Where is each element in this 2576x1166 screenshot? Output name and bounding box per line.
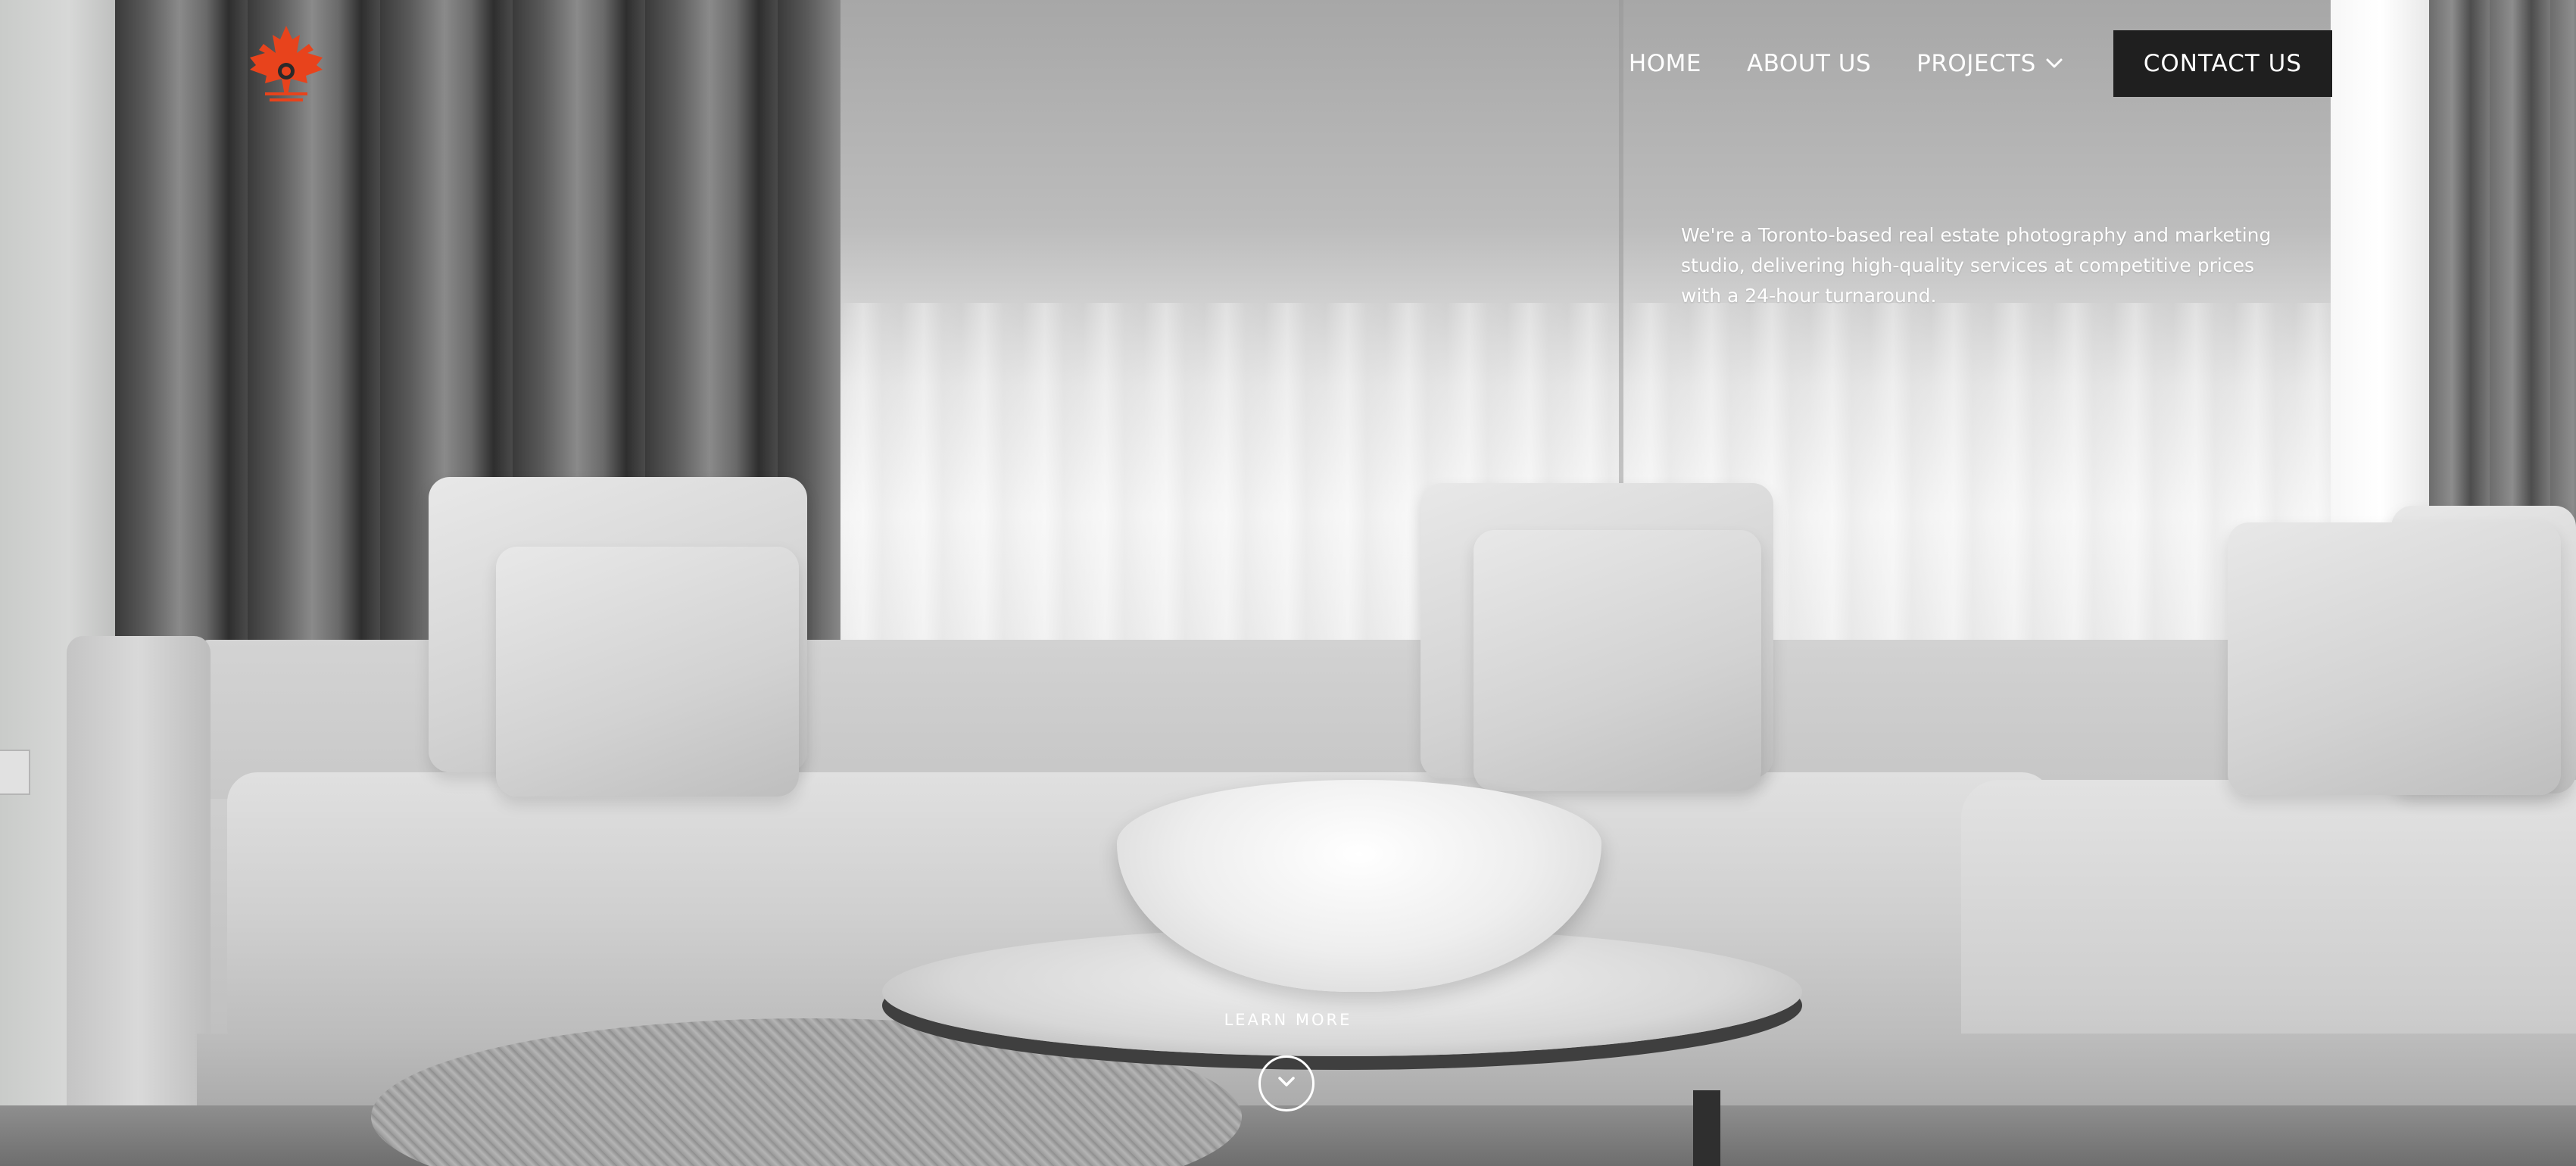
nav-projects[interactable]: PROJECTS: [1916, 50, 2065, 77]
nav-projects-label: PROJECTS: [1916, 50, 2036, 77]
curtain-right: [2429, 0, 2576, 545]
window-light: [2331, 0, 2429, 545]
nav-home-label: HOME: [1628, 50, 1701, 77]
coffee-table-leg: [1693, 1090, 1720, 1166]
chevron-down-icon: [1274, 1069, 1299, 1099]
pillow: [1474, 530, 1761, 791]
nav-about-us-label: ABOUT US: [1746, 50, 1872, 77]
nav-home[interactable]: HOME: [1629, 50, 1701, 77]
wall-outlet: [0, 750, 30, 795]
pillow: [2228, 522, 2561, 795]
nav-about-us[interactable]: ABOUT US: [1747, 50, 1871, 77]
learn-more-label[interactable]: LEARN MORE: [1137, 1011, 1439, 1029]
scroll-down-button[interactable]: [1258, 1055, 1315, 1111]
main-navigation: HOME ABOUT US PROJECTS CONTACT US: [1629, 30, 2332, 97]
contact-us-button[interactable]: CONTACT US: [2113, 30, 2332, 97]
pillow: [496, 547, 799, 797]
contact-us-label: CONTACT US: [2143, 50, 2302, 77]
chevron-down-icon: [2044, 53, 2065, 74]
hero-background-image: [0, 0, 2576, 1166]
page: HOME ABOUT US PROJECTS CONTACT US We're …: [0, 0, 2576, 1166]
sofa-arm: [67, 636, 211, 1113]
hero-intro-text: We're a Toronto-based real estate photog…: [1681, 224, 2272, 307]
maple-leaf-icon[interactable]: [244, 23, 329, 108]
